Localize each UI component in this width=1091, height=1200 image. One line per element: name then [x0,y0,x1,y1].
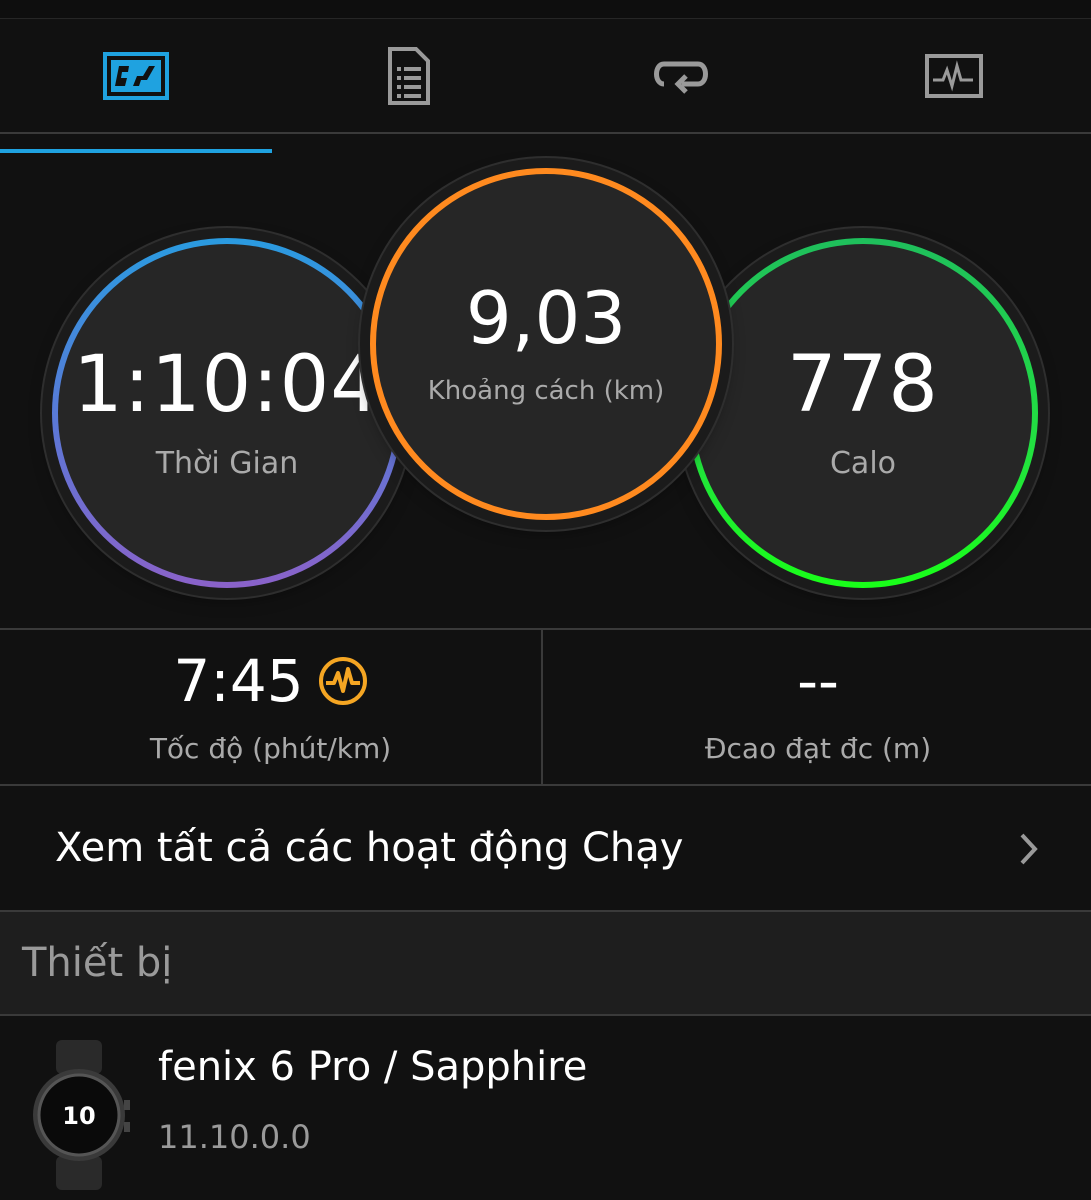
pace-cell[interactable]: 7:45 Tốc độ (phút/km) [0,630,543,786]
repeat-icon [654,61,708,94]
time-label: Thời Gian [155,445,299,481]
stats-chart-icon [103,51,169,100]
view-all-activities-row[interactable]: Xem tất cả các hoạt động Chạy [0,786,1091,912]
watch-face-number: 10 [62,1102,95,1130]
watch-icon: 10 [33,1040,130,1190]
devices-section-title: Thiết bị [22,940,173,986]
time-value: 1:10:04 [73,339,381,430]
devices-section-header: Thiết bị [0,912,1091,1016]
device-name: fenix 6 Pro / Sapphire [158,1044,588,1090]
stats-rings: 1:10:04 Thời Gian 778 Calo 9,03 Khoảng c… [0,134,1091,628]
elevation-cell[interactable]: -- Đcao đạt đc (m) [545,630,1091,786]
tab-details[interactable] [272,19,544,132]
metrics-row: 7:45 Tốc độ (phút/km) -- Đcao đạt đc (m) [0,628,1091,786]
tab-bar [0,19,1091,153]
pace-label: Tốc độ (phút/km) [149,731,392,765]
status-strip [0,0,1091,19]
device-version: 11.10.0.0 [158,1118,311,1156]
document-list-icon [388,46,430,105]
chevron-right-icon [1020,833,1038,865]
tab-stats[interactable] [0,19,272,132]
time-ring: 1:10:04 Thời Gian [52,238,402,588]
calories-value: 778 [787,339,939,430]
distance-ring: 9,03 Khoảng cách (km) [370,168,722,520]
heart-rate-icon [318,656,367,705]
pace-value: 7:45 [173,646,304,715]
device-row[interactable]: 10 fenix 6 Pro / Sapphire 11.10.0.0 [0,1016,1091,1200]
elevation-label: Đcao đạt đc (m) [704,731,932,765]
elevation-value: -- [797,646,839,715]
tab-charts[interactable] [818,19,1090,132]
distance-label: Khoảng cách (km) [427,376,665,406]
calories-label: Calo [829,445,897,481]
distance-value: 9,03 [465,276,627,360]
calories-ring: 778 Calo [688,238,1038,588]
activity-graph-icon [925,53,983,98]
tab-laps[interactable] [545,19,817,132]
view-all-label: Xem tất cả các hoạt động Chạy [55,825,684,871]
